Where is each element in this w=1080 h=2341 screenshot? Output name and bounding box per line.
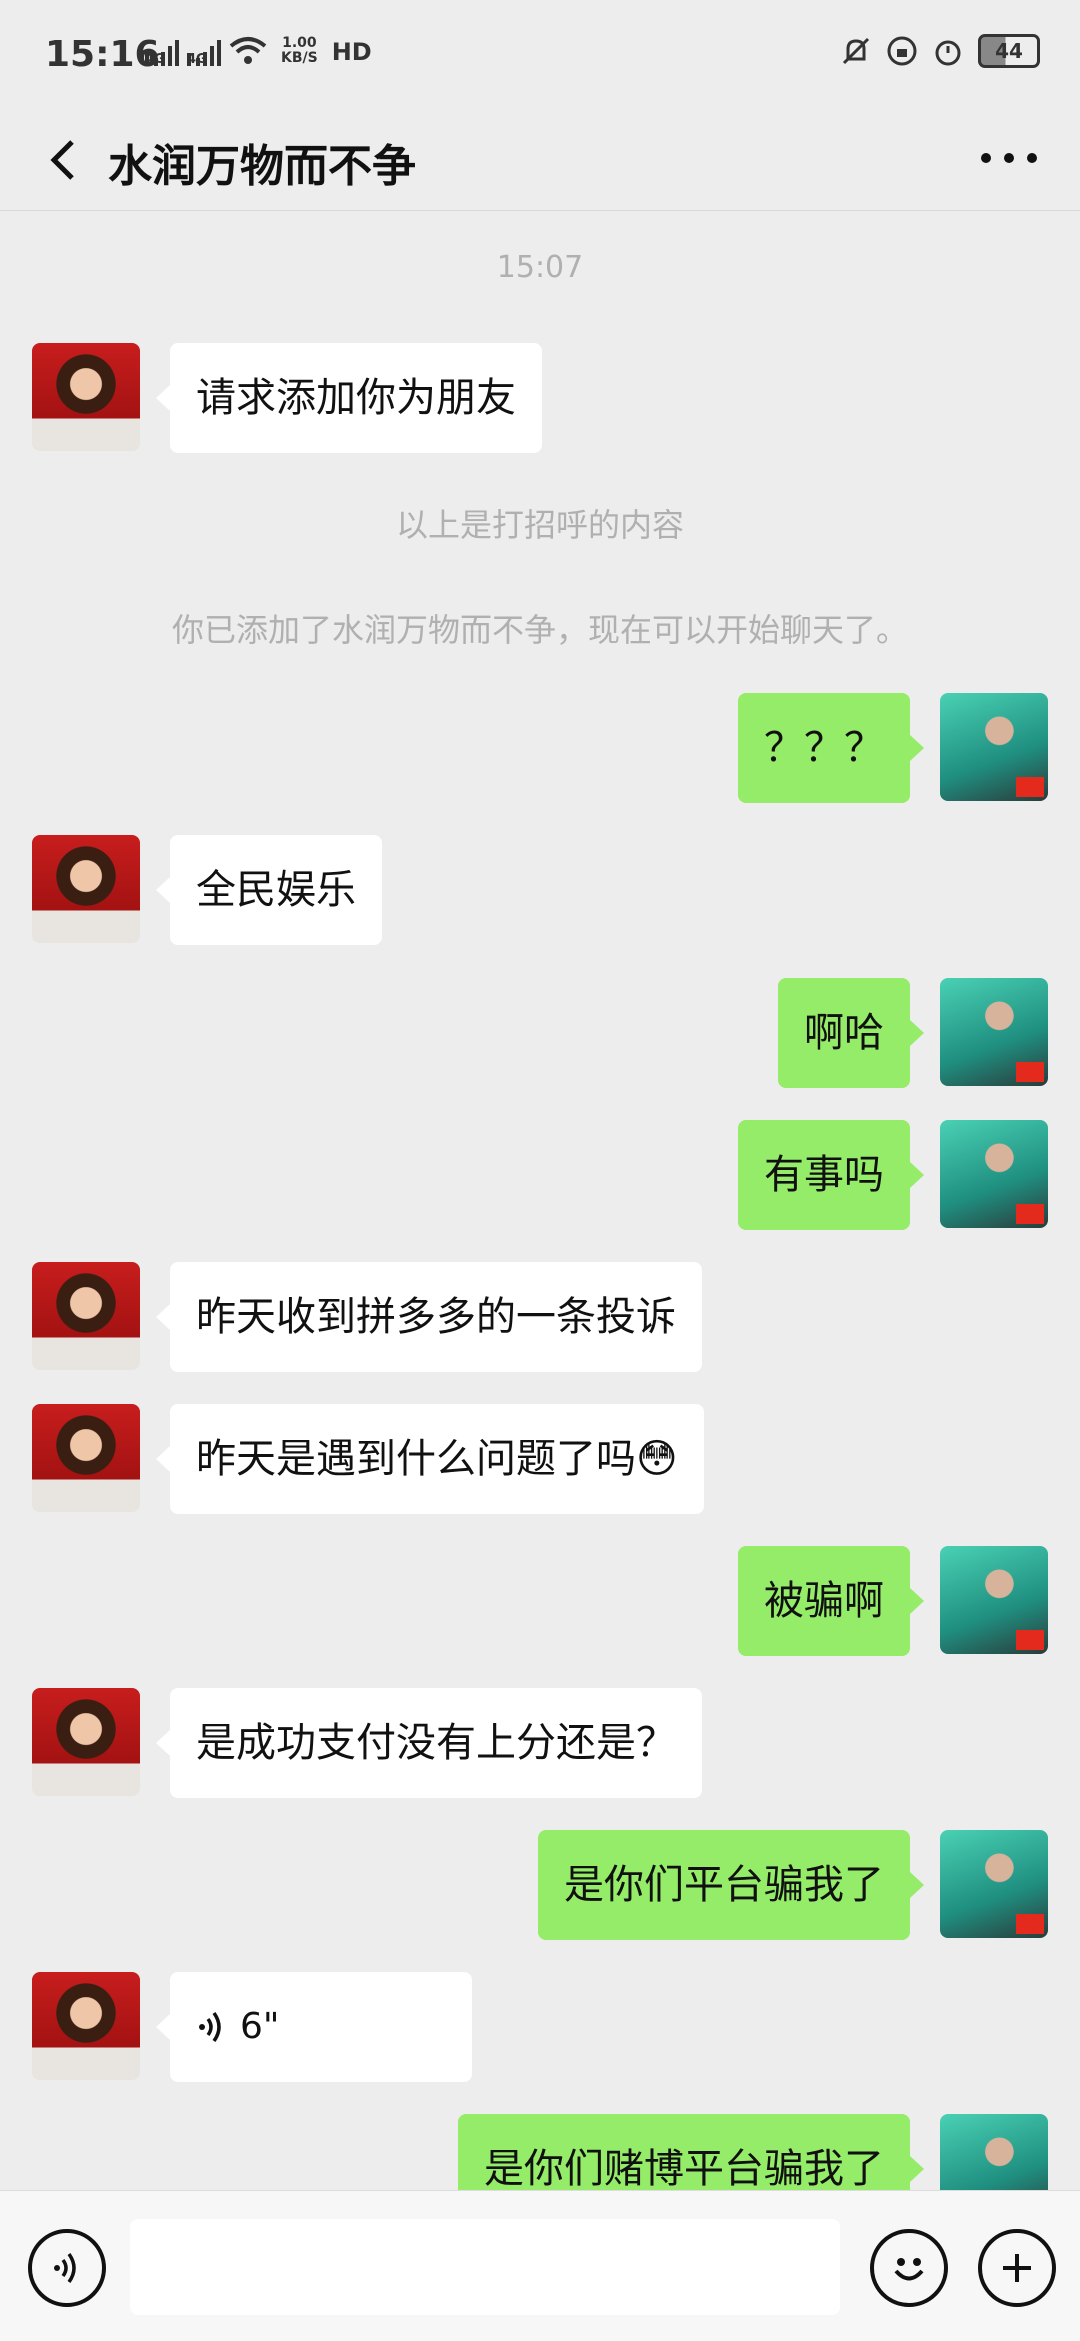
flag-icon	[1016, 1630, 1044, 1650]
system-message: 你已添加了水润万物而不争，现在可以开始聊天了。	[171, 611, 908, 649]
chat-header: 水润万物而不争	[0, 110, 1080, 211]
self-avatar[interactable]	[940, 978, 1048, 1086]
voice-message-bubble[interactable]: 6"	[156, 1972, 472, 2082]
voice-icon	[54, 2252, 76, 2284]
network-type-2: 4G	[187, 53, 207, 66]
message-bubble[interactable]: 啊哈	[778, 978, 924, 1088]
input-bar	[0, 2190, 1080, 2341]
message-bubble[interactable]: ？？？	[738, 693, 924, 803]
flag-icon	[1016, 1204, 1044, 1224]
message-bubble[interactable]: 是你们平台骗我了	[538, 1830, 924, 1940]
contact-avatar[interactable]	[32, 1404, 140, 1512]
speed-value: 1.00	[282, 35, 317, 51]
network-speed: 1.00 KB/S	[281, 36, 318, 66]
signal-1-icon: 4G	[145, 36, 179, 66]
chat-area[interactable]: 15:07 请求添加你为朋友 以上是打招呼的内容 你已添加了水润万物而不争，现在…	[0, 210, 1080, 2190]
voice-button[interactable]	[28, 2229, 106, 2307]
speed-unit: KB/S	[281, 50, 318, 66]
message-input[interactable]	[130, 2219, 840, 2315]
status-bar: 15:16 4G 4G 1.00 KB/S HD	[0, 0, 1080, 110]
message-bubble[interactable]: 全民娱乐	[156, 835, 382, 945]
self-avatar[interactable]	[940, 1546, 1048, 1654]
status-right: 44	[840, 34, 1040, 68]
rotation-lock-icon	[887, 36, 917, 66]
signal-2-icon: 4G	[187, 36, 221, 66]
voice-wave-icon	[199, 2011, 221, 2043]
emoji-button[interactable]	[870, 2229, 948, 2307]
alarm-icon	[935, 40, 961, 66]
mute-bell-icon	[842, 37, 870, 65]
message-bubble[interactable]: 是你们赌博平台骗我了	[458, 2114, 924, 2190]
wifi-icon	[229, 37, 267, 64]
emoji-icon	[894, 2258, 924, 2281]
contact-avatar[interactable]	[32, 1972, 140, 2080]
voice-duration: 6"	[240, 2006, 280, 2047]
network-indicators: 4G 4G 1.00 KB/S HD	[145, 36, 372, 66]
chevron-left-icon[interactable]	[38, 130, 94, 190]
contact-avatar[interactable]	[32, 1262, 140, 1370]
contact-avatar[interactable]	[32, 835, 140, 943]
more-dots-icon[interactable]	[974, 138, 1044, 178]
hd-badge: HD	[331, 38, 372, 66]
network-type: 4G	[145, 53, 165, 66]
self-avatar[interactable]	[940, 1120, 1048, 1228]
message-bubble[interactable]: 有事吗	[738, 1120, 924, 1230]
message-bubble[interactable]: 昨天收到拼多多的一条投诉	[156, 1262, 702, 1372]
self-avatar[interactable]	[940, 2114, 1048, 2190]
self-avatar[interactable]	[940, 1830, 1048, 1938]
message-bubble[interactable]: 是成功支付没有上分还是？	[156, 1688, 702, 1798]
status-time: 15:16	[45, 34, 160, 75]
message-bubble[interactable]: 被骗啊	[738, 1546, 924, 1656]
voice-message-content: 6"	[196, 1972, 279, 2082]
plus-button[interactable]	[978, 2229, 1056, 2307]
self-avatar[interactable]	[940, 693, 1048, 801]
contact-avatar[interactable]	[32, 343, 140, 451]
message-bubble[interactable]: 昨天是遇到什么问题了吗😳	[156, 1404, 704, 1514]
message-bubble[interactable]: 请求添加你为朋友	[156, 343, 542, 453]
system-message: 以上是打招呼的内容	[395, 506, 684, 544]
flag-icon	[1016, 777, 1044, 797]
battery-indicator: 44	[978, 34, 1040, 68]
message-time: 15:07	[496, 250, 584, 285]
chat-title: 水润万物而不争	[108, 141, 416, 192]
flag-icon	[1016, 1062, 1044, 1082]
contact-avatar[interactable]	[32, 1688, 140, 1796]
plus-icon	[1003, 2254, 1031, 2282]
flag-icon	[1016, 1914, 1044, 1934]
